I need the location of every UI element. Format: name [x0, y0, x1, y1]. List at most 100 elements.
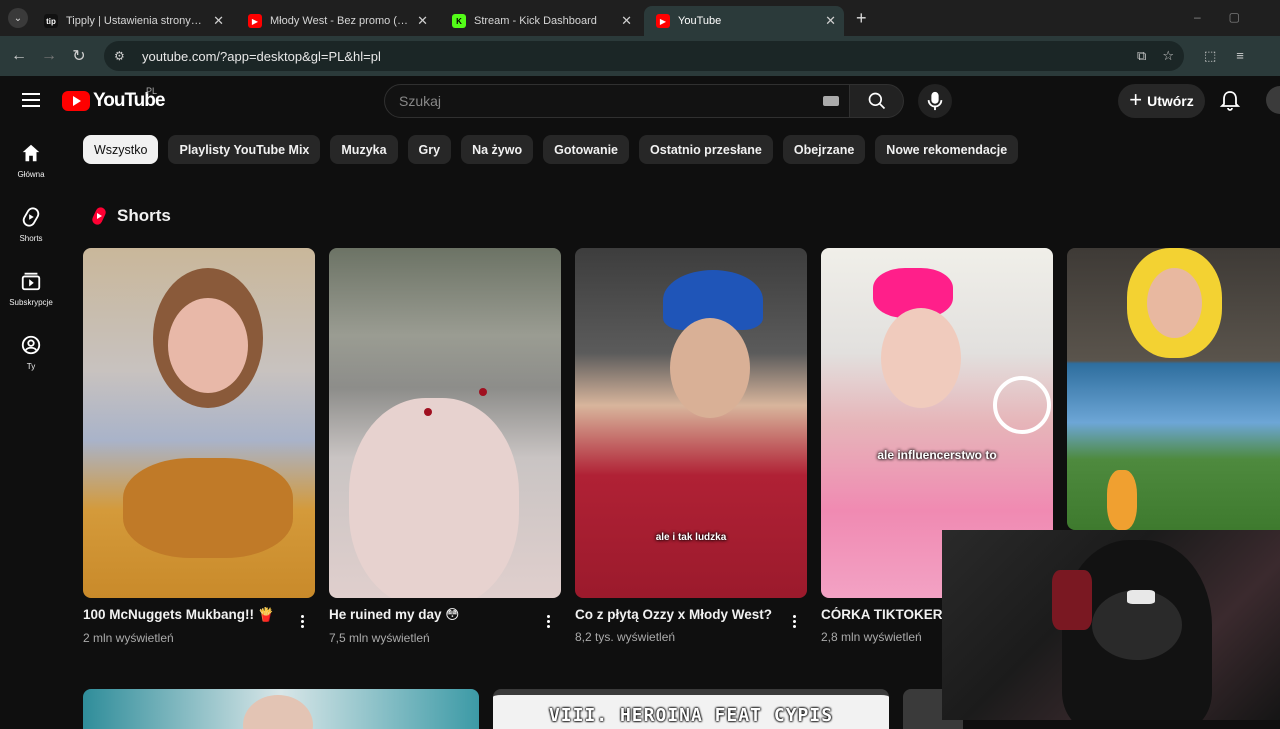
- chip-youtube-mix[interactable]: Playlisty YouTube Mix: [168, 135, 321, 164]
- thumbnail-game-character: [1107, 470, 1137, 530]
- chip-live[interactable]: Na żywo: [461, 135, 534, 164]
- thumbnail-detail: [424, 408, 432, 416]
- short-overlay-text: ale i tak ludzka: [655, 532, 727, 543]
- filter-chips-bar: Wszystko Playlisty YouTube Mix Muzyka Gr…: [83, 135, 1019, 164]
- search-button[interactable]: [850, 84, 904, 118]
- more-actions-icon[interactable]: [547, 615, 551, 630]
- guide-item-you[interactable]: Ty: [0, 318, 62, 382]
- back-arrow-icon[interactable]: ←: [4, 47, 34, 65]
- chip-recently-uploaded[interactable]: Ostatnio przesłane: [639, 135, 773, 164]
- omnibox[interactable]: ⚙ youtube.com/?app=desktop&gl=PL&hl=pl ⧉…: [104, 41, 1184, 71]
- chip-watched[interactable]: Obejrzane: [782, 135, 866, 164]
- you-icon: [21, 335, 41, 355]
- browser-tab-kick[interactable]: K Stream - Kick Dashboard ✕: [440, 6, 640, 36]
- webcam-detail: [1127, 590, 1155, 604]
- home-icon: [22, 144, 40, 162]
- tab-title: Młody West - Bez promo (Official Vid: [270, 15, 408, 27]
- create-label: Utwórz: [1147, 93, 1194, 109]
- short-title[interactable]: He ruined my day 😳: [329, 607, 561, 623]
- guide-item-shorts[interactable]: Shorts: [0, 190, 62, 254]
- close-tab-icon[interactable]: ✕: [417, 13, 428, 29]
- guide-sidebar: Główna Shorts Subskrypcje Ty: [0, 126, 62, 382]
- short-thumbnail[interactable]: [1067, 248, 1280, 530]
- short-thumbnail[interactable]: ale i tak ludzka: [575, 248, 807, 598]
- thumbnail-hand: [349, 398, 519, 598]
- chip-new-to-you[interactable]: Nowe rekomendacje: [875, 135, 1019, 164]
- chip-cooking[interactable]: Gotowanie: [543, 135, 630, 164]
- video-banner-text: VIII. HEROINA FEAT CYPIS: [548, 705, 834, 726]
- search-icon: [868, 92, 885, 110]
- browser-tab-youtube[interactable]: ▶ YouTube ✕: [644, 6, 844, 36]
- close-tab-icon[interactable]: ✕: [825, 13, 836, 29]
- short-overlay-text: ale influencerstwo to: [877, 448, 997, 462]
- reload-icon[interactable]: ↻: [64, 46, 94, 66]
- youtube-play-logo-icon: [62, 91, 90, 111]
- thumbnail-detail: [479, 388, 487, 396]
- voice-search-button[interactable]: [918, 84, 952, 118]
- short-title[interactable]: Co z płytą Ozzy x Młody West?: [575, 607, 807, 622]
- chip-all[interactable]: Wszystko: [83, 135, 159, 164]
- tab-title: Tipply | Ustawienia strony zamówień: [66, 15, 204, 27]
- window-controls[interactable]: –▢: [1194, 10, 1268, 24]
- url-text[interactable]: youtube.com/?app=desktop&gl=PL&hl=pl: [142, 49, 381, 64]
- search-box: [384, 84, 850, 118]
- forward-arrow-icon[interactable]: →: [34, 47, 64, 65]
- thumbnail-ring-light: [993, 376, 1051, 434]
- browser-tabstrip: ⌄ tip Tipply | Ustawienia strony zamówie…: [0, 0, 1280, 36]
- more-actions-icon[interactable]: [793, 615, 797, 630]
- guide-label: Główna: [17, 170, 45, 179]
- chip-music[interactable]: Muzyka: [330, 135, 398, 164]
- video-thumbnail[interactable]: VIII. HEROINA FEAT CYPIS: [493, 689, 889, 729]
- short-title[interactable]: 100 McNuggets Mukbang!! 🍟: [83, 607, 315, 623]
- kick-favicon-icon: K: [452, 14, 466, 28]
- short-card[interactable]: He ruined my day 😳 7,5 mln wyświetleń: [329, 248, 561, 645]
- site-info-icon[interactable]: ⚙: [114, 49, 132, 63]
- tab-search-chevron-icon[interactable]: ⌄: [8, 8, 28, 28]
- guide-item-subscriptions[interactable]: Subskrypcje: [0, 254, 62, 318]
- notifications-bell-icon[interactable]: [1218, 89, 1242, 113]
- shorts-heading: Shorts: [117, 206, 171, 225]
- browser-toolbar: ← → ↻ ⚙ youtube.com/?app=desktop&gl=PL&h…: [0, 36, 1280, 76]
- thumbnail-face: [670, 318, 750, 418]
- guide-label: Shorts: [19, 234, 43, 243]
- chip-games[interactable]: Gry: [407, 135, 452, 164]
- media-controls-icon[interactable]: ≡: [1236, 48, 1244, 64]
- keyboard-icon[interactable]: [823, 96, 839, 106]
- shorts-logo-icon: [92, 207, 106, 225]
- microphone-icon: [927, 91, 943, 111]
- thumbnail-food: [123, 458, 293, 558]
- short-views: 7,5 mln wyświetleń: [329, 631, 430, 645]
- close-tab-icon[interactable]: ✕: [213, 13, 224, 29]
- guide-label: Ty: [26, 362, 36, 371]
- new-tab-icon[interactable]: +: [856, 8, 867, 29]
- guide-item-home[interactable]: Główna: [0, 126, 62, 190]
- avatar[interactable]: [1266, 86, 1280, 114]
- close-tab-icon[interactable]: ✕: [621, 13, 632, 29]
- shorts-icon: [22, 207, 40, 227]
- short-thumbnail[interactable]: [83, 248, 315, 598]
- thumbnail-face: [1147, 268, 1202, 338]
- bookmark-star-icon[interactable]: ☆: [1162, 48, 1174, 64]
- more-actions-icon[interactable]: [301, 615, 305, 630]
- menu-hamburger-icon[interactable]: [22, 93, 40, 107]
- youtube-logo[interactable]: YouTube PL: [62, 86, 165, 112]
- webcam-overlay: [942, 530, 1280, 720]
- video-thumbnail[interactable]: [83, 689, 479, 729]
- short-thumbnail[interactable]: [329, 248, 561, 598]
- browser-tab-tipply[interactable]: tip Tipply | Ustawienia strony zamówień …: [32, 6, 232, 36]
- tab-title: Stream - Kick Dashboard: [474, 15, 597, 27]
- short-card[interactable]: [1067, 248, 1280, 530]
- youtube-favicon-icon: ▶: [656, 14, 670, 28]
- install-app-icon[interactable]: ⧉: [1137, 48, 1146, 64]
- plus-icon: +: [1129, 87, 1143, 112]
- search-input[interactable]: [399, 93, 799, 109]
- extensions-icon[interactable]: ⬚: [1204, 48, 1216, 64]
- youtube-favicon-icon: ▶: [248, 14, 262, 28]
- shorts-shelf-header: Shorts: [92, 206, 171, 226]
- browser-tab-mlody-west[interactable]: ▶ Młody West - Bez promo (Official Vid ✕: [236, 6, 436, 36]
- tipply-favicon-icon: tip: [44, 14, 58, 28]
- create-button[interactable]: + Utwórz: [1118, 84, 1205, 118]
- short-card[interactable]: ale i tak ludzka Co z płytą Ozzy x Młody…: [575, 248, 807, 644]
- short-card[interactable]: 100 McNuggets Mukbang!! 🍟 2 mln wyświetl…: [83, 248, 315, 645]
- thumbnail-face: [243, 695, 313, 729]
